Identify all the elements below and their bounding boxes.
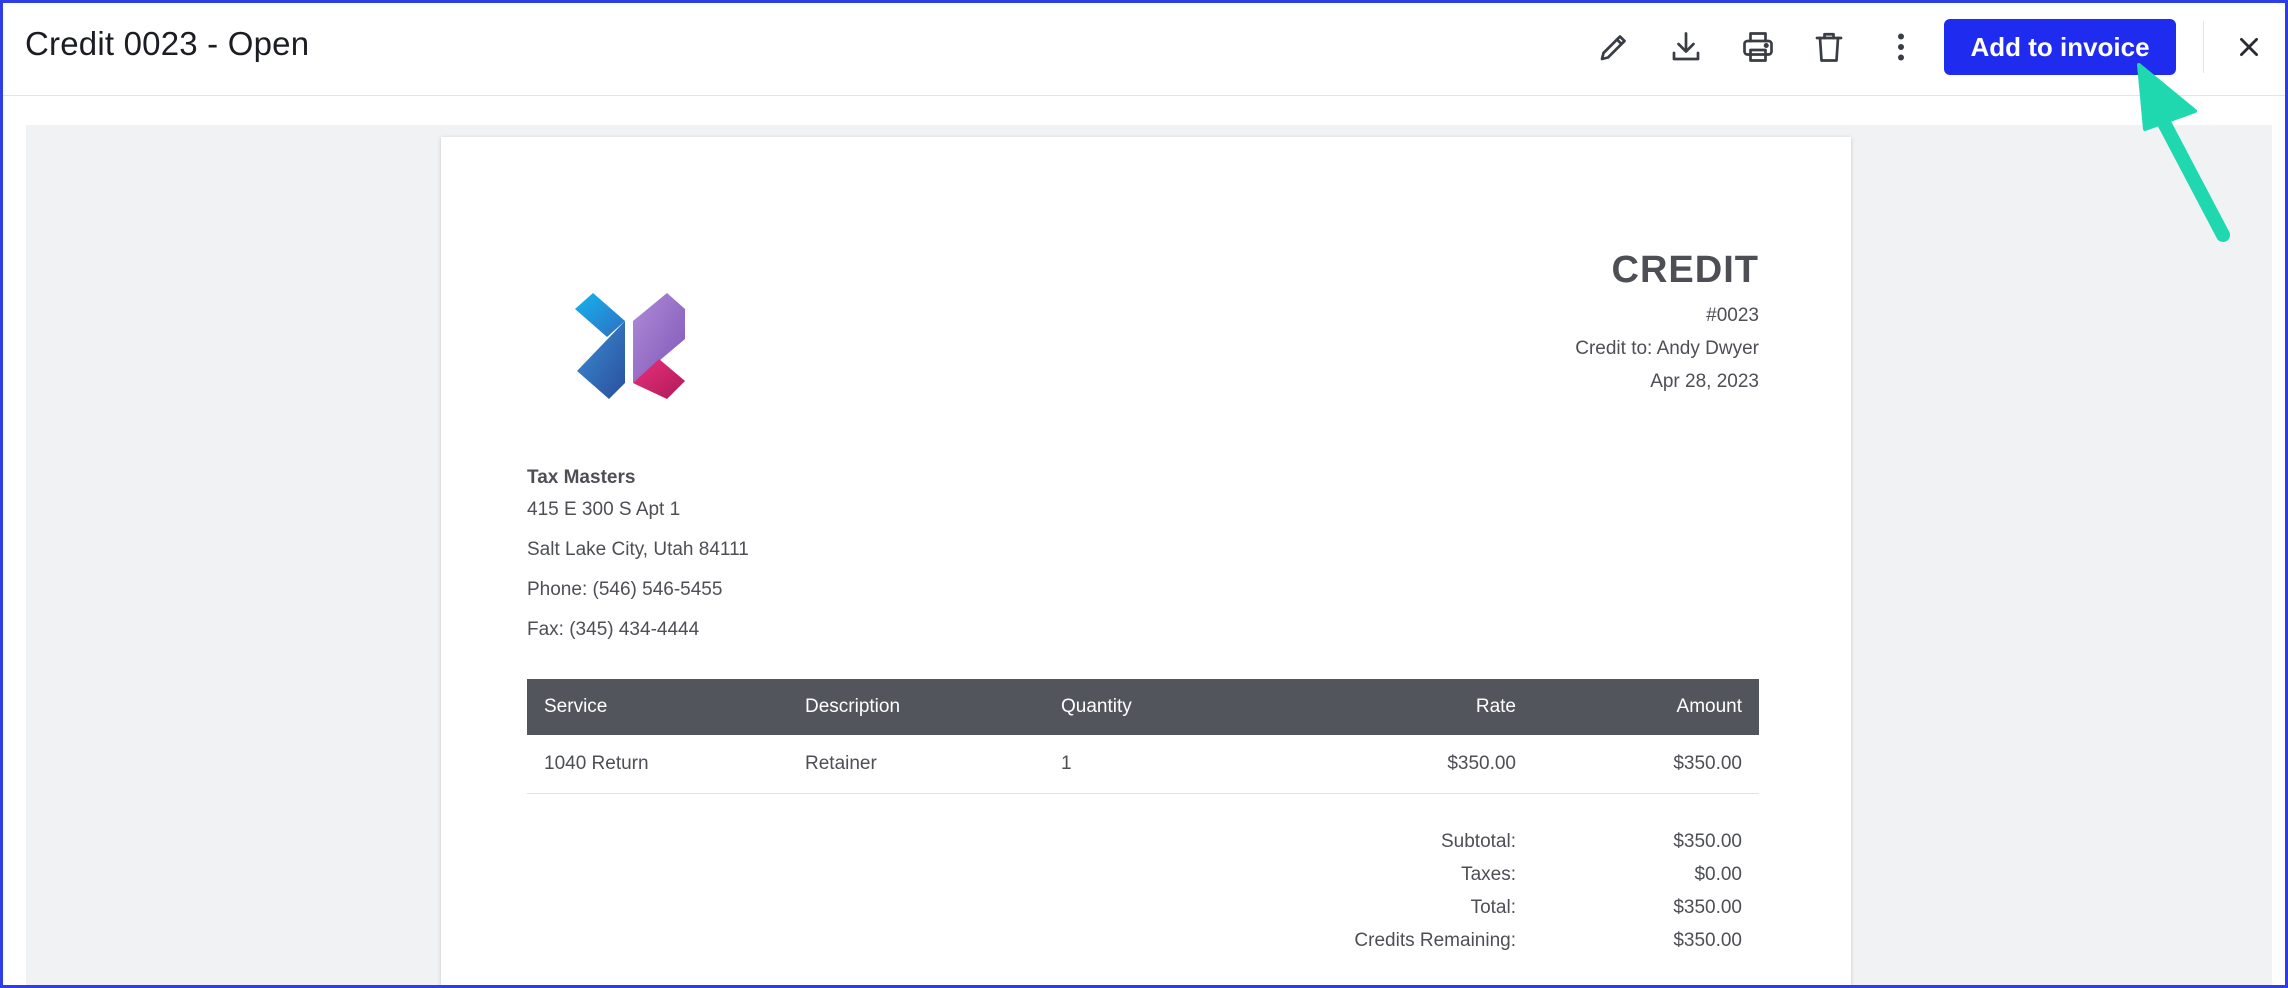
document-heading: CREDIT [1611, 249, 1759, 291]
taxes-value: $0.00 [1694, 863, 1742, 885]
credits-remaining-row: Credits Remaining: $350.00 [527, 924, 1759, 957]
cell-service: 1040 Return [527, 735, 788, 794]
edit-icon [1600, 35, 1626, 61]
column-header-quantity: Quantity [1044, 679, 1270, 735]
company-fax: Fax: (345) 434-4444 [527, 619, 700, 640]
print-button[interactable] [1736, 25, 1780, 69]
subtotal-row: Subtotal: $350.00 [527, 825, 1759, 858]
credit-number: #0023 [1706, 305, 1759, 326]
delete-icon [1815, 32, 1843, 62]
column-header-service: Service [527, 679, 788, 735]
page-title: Credit 0023 - Open [25, 25, 310, 62]
cell-rate: $350.00 [1270, 735, 1533, 794]
cell-description: Retainer [788, 735, 1044, 794]
more-options-button[interactable] [1879, 25, 1923, 69]
company-name: Tax Masters [527, 467, 636, 488]
credit-header: CREDIT #0023 Credit to: Andy Dwyer Apr 2… [1575, 249, 1759, 391]
credit-document: CREDIT #0023 Credit to: Andy Dwyer Apr 2… [441, 137, 1851, 985]
close-icon [2240, 38, 2258, 56]
more-vertical-icon [1898, 33, 1904, 61]
column-header-rate: Rate [1270, 679, 1533, 735]
company-logo [575, 293, 685, 399]
print-icon [1743, 32, 1773, 62]
company-info: Tax Masters 415 E 300 S Apt 1 Salt Lake … [527, 467, 749, 659]
download-button[interactable] [1664, 25, 1708, 69]
total-label: Total: [1470, 896, 1516, 918]
line-items-table: Service Description Quantity Rate Amount… [527, 679, 1759, 794]
app-window: Credit 0023 - Open Add to invoice CREDIT… [0, 0, 2288, 988]
total-value: $350.00 [1673, 896, 1742, 918]
column-header-amount: Amount [1533, 679, 1759, 735]
credit-recipient: Credit to: Andy Dwyer [1575, 338, 1759, 359]
taxes-row: Taxes: $0.00 [527, 858, 1759, 891]
company-phone: Phone: (546) 546-5455 [527, 579, 723, 600]
table-header-row: Service Description Quantity Rate Amount [527, 679, 1759, 735]
subtotal-label: Subtotal: [1441, 830, 1516, 852]
header-bar: Credit 0023 - Open Add to invoice [3, 3, 2285, 96]
company-address-line-2: Salt Lake City, Utah 84111 [527, 539, 749, 560]
toolbar-divider [2203, 21, 2204, 73]
cell-quantity: 1 [1044, 735, 1270, 794]
close-button[interactable] [2229, 27, 2269, 67]
subtotal-value: $350.00 [1673, 830, 1742, 852]
cell-amount: $350.00 [1533, 735, 1759, 794]
totals-section: Subtotal: $350.00 Taxes: $0.00 Total: $3… [527, 825, 1759, 957]
add-to-invoice-button[interactable]: Add to invoice [1944, 19, 2176, 75]
download-icon [1672, 32, 1700, 61]
taxes-label: Taxes: [1461, 863, 1516, 885]
credits-remaining-label: Credits Remaining: [1354, 929, 1516, 951]
edit-button[interactable] [1592, 25, 1636, 69]
table-row: 1040 Return Retainer 1 $350.00 $350.00 [527, 735, 1759, 794]
delete-button[interactable] [1807, 25, 1851, 69]
credits-remaining-value: $350.00 [1673, 929, 1742, 951]
company-address-line-1: 415 E 300 S Apt 1 [527, 499, 681, 520]
column-header-description: Description [788, 679, 1044, 735]
credit-date: Apr 28, 2023 [1650, 371, 1759, 392]
total-row: Total: $350.00 [527, 891, 1759, 924]
